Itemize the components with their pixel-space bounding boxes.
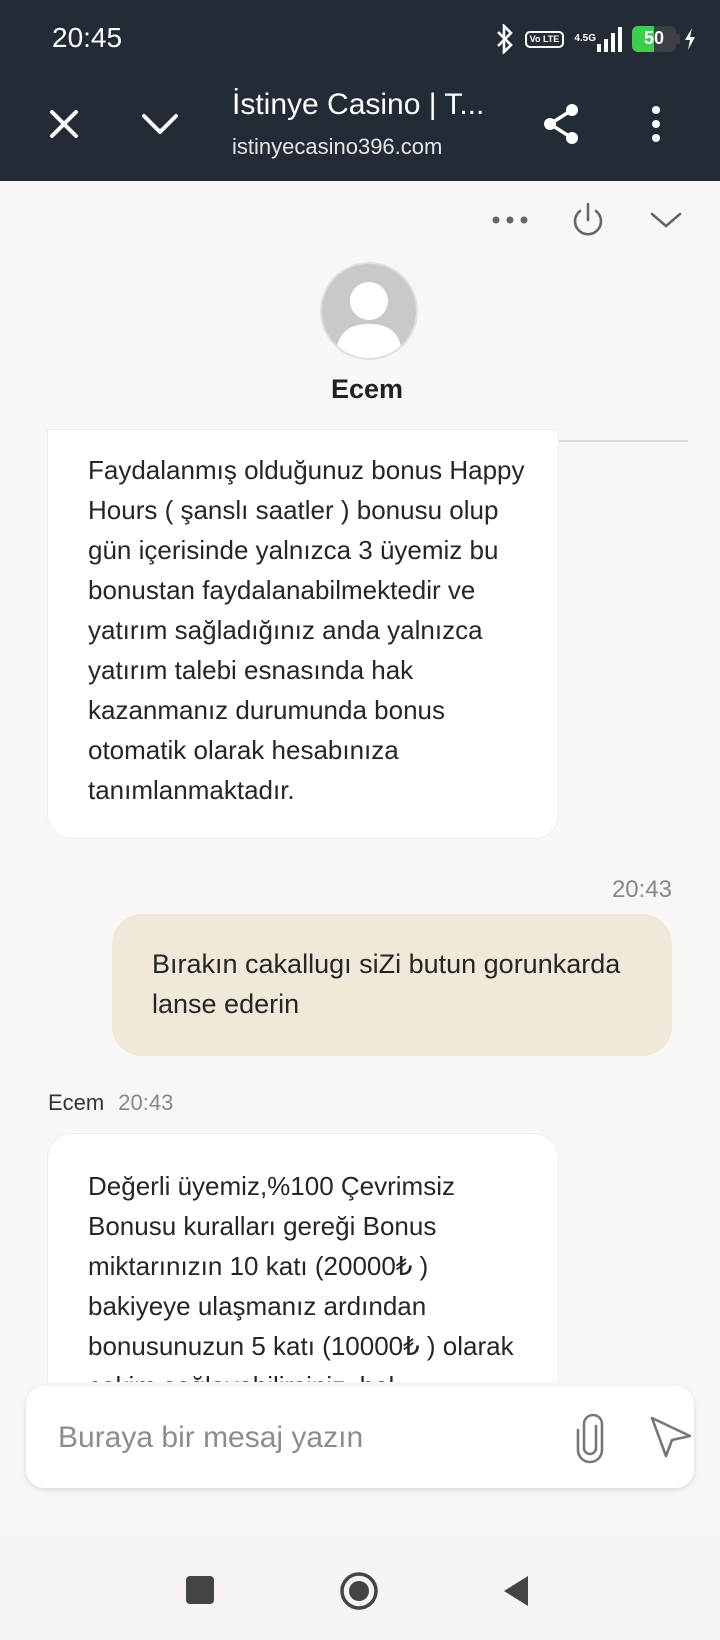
power-icon xyxy=(573,202,603,236)
user-placeholder-icon xyxy=(336,282,402,358)
message-text: Bırakın cakallugı siZi butun gorunkarda … xyxy=(152,949,621,1019)
chevron-down-icon xyxy=(142,114,178,134)
status-icons: Vo LTE 4.5G 50 xyxy=(495,22,696,56)
user-message: Bırakın cakallugı siZi butun gorunkarda … xyxy=(112,914,672,1056)
recent-apps-button[interactable] xyxy=(184,1574,216,1606)
send-button[interactable] xyxy=(644,1410,698,1464)
chevron-down-icon xyxy=(650,212,682,228)
more-options-button[interactable] xyxy=(632,100,680,148)
bluetooth-icon xyxy=(496,24,513,54)
home-button[interactable] xyxy=(338,1570,380,1612)
back-icon xyxy=(504,1576,528,1606)
end-chat-button[interactable] xyxy=(564,196,612,244)
network-type: 4.5G xyxy=(574,33,596,44)
recent-apps-icon xyxy=(186,1576,214,1604)
minimize-button[interactable] xyxy=(136,100,184,148)
message-composer xyxy=(26,1386,694,1488)
page-url: istinyecasino396.com xyxy=(232,134,443,159)
status-time: 20:45 xyxy=(52,22,123,53)
charging-icon xyxy=(685,28,695,50)
more-horizontal-icon xyxy=(492,216,528,224)
more-vertical-icon xyxy=(652,106,660,142)
attach-button[interactable] xyxy=(566,1412,618,1464)
close-button[interactable] xyxy=(40,100,88,148)
message-text: Faydalanmış olduğunuz bonus Happy Hours … xyxy=(88,455,525,805)
agent-message: Faydalanmış olduğunuz bonus Happy Hours … xyxy=(48,430,558,838)
home-icon xyxy=(340,1572,378,1610)
minimize-chat-button[interactable] xyxy=(642,196,690,244)
page-title: İstinye Casino | T... xyxy=(232,88,485,121)
share-button[interactable] xyxy=(538,100,586,148)
sender-name: Ecem xyxy=(48,1090,105,1115)
close-icon xyxy=(50,110,78,138)
agent-avatar xyxy=(320,262,418,360)
message-text: Değerli üyemiz,%100 Çevrimsiz Bonusu kur… xyxy=(88,1171,514,1401)
signal-icon xyxy=(597,27,622,52)
agent-name: Ecem xyxy=(330,374,404,404)
battery-level: 50 xyxy=(643,28,665,48)
volte-badge: Vo LTE xyxy=(524,30,565,48)
paperclip-icon xyxy=(576,1413,604,1464)
chat-menu-button[interactable] xyxy=(486,196,534,244)
battery-icon: 50 xyxy=(632,26,696,52)
browser-top-bar: 20:45 Vo LTE 4.5G 50 İstinye Casino | T.… xyxy=(0,0,720,181)
send-icon xyxy=(650,1416,692,1458)
chat-toolbar xyxy=(486,196,690,244)
message-input[interactable] xyxy=(56,1412,530,1464)
message-meta: Ecem 20:43 xyxy=(48,1090,173,1116)
message-time: 20:43 xyxy=(118,1090,174,1115)
share-icon xyxy=(544,104,578,144)
message-time: 20:43 xyxy=(611,876,672,903)
back-button[interactable] xyxy=(500,1574,532,1608)
